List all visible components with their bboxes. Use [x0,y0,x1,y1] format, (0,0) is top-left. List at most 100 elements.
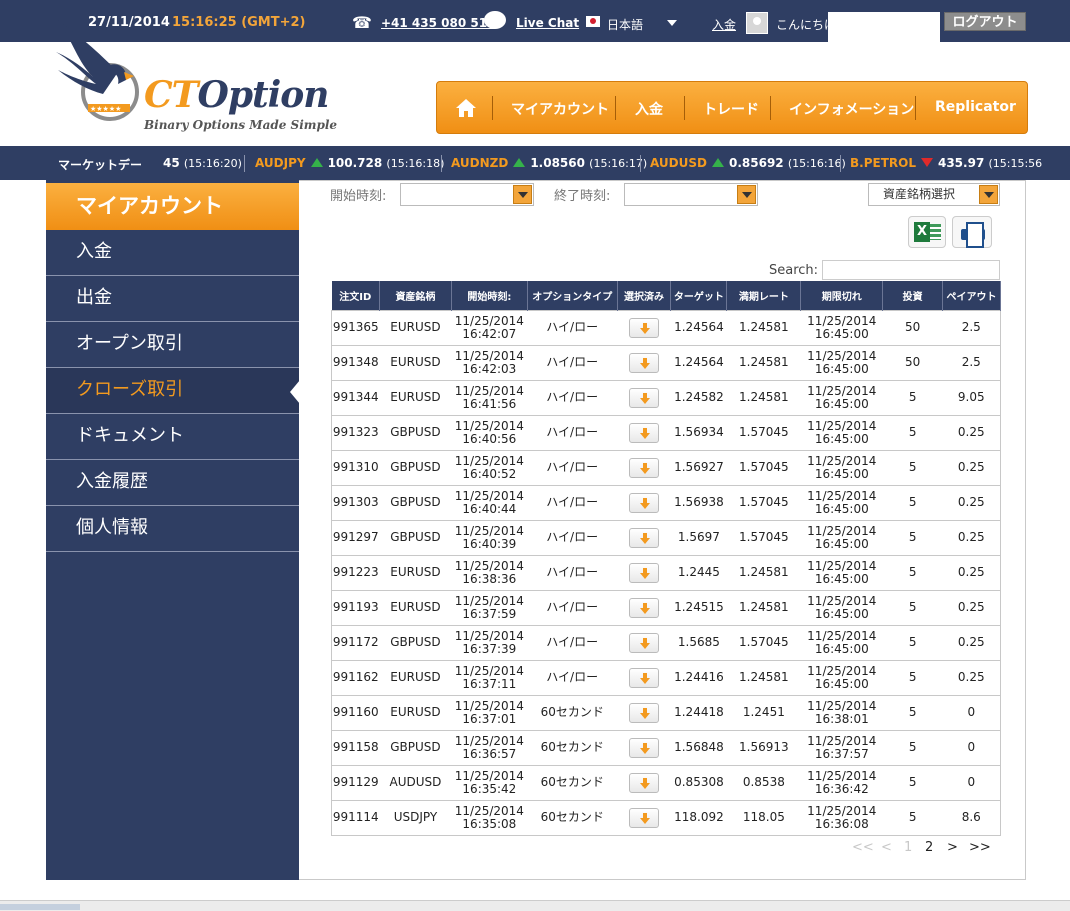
sidebar-item-personal-info[interactable]: 個人情報 [46,506,299,552]
table-row: 991348 EURUSD 11/25/2014 16:42:03 ハイ/ロー 1.245… [331,344,1001,380]
nav-separator [492,96,493,120]
pagination-last[interactable]: >> [969,840,991,855]
table-row: 991193 EURUSD 11/25/2014 16:37:59 ハイ/ロー 1.245… [331,589,1001,625]
nav-information[interactable]: インフォメーション [789,99,914,119]
chevron-down-icon[interactable] [667,20,677,26]
pagination-prev[interactable]: < [881,840,892,855]
arrow-down-icon[interactable] [628,807,659,828]
col-header-investment[interactable]: 投資 [882,281,944,310]
arrow-down-icon[interactable] [628,562,659,583]
arrow-down-icon[interactable] [628,387,659,408]
pagination-page-1[interactable]: 1 [904,840,912,855]
arrow-down-icon[interactable] [628,352,659,373]
cell-expiry-rate: 1.57045 [726,519,801,555]
home-icon[interactable] [455,98,477,118]
col-header-payout[interactable]: ペイアウト [942,281,1001,310]
language-selector[interactable]: 日本語 [607,16,643,33]
chevron-down-icon[interactable] [979,185,998,204]
pagination-page-2[interactable]: 2 [925,840,933,855]
col-header-start-time[interactable]: 開始時刻: [451,281,528,310]
col-header-expiry[interactable]: 期限切れ [800,281,884,310]
sidebar-item-withdrawal[interactable]: 出金 [46,276,299,322]
chat-icon[interactable] [484,11,506,29]
cell-payout: 9.05 [942,379,1001,415]
excel-export-icon[interactable] [908,216,946,248]
cell-order-id: 991348 [331,344,380,380]
deposit-link[interactable]: 入金 [712,16,736,33]
arrow-down-icon[interactable] [628,667,659,688]
asset-select[interactable]: 資産銘柄選択 [868,183,1000,206]
arrow-up-icon [310,158,323,167]
printer-icon[interactable] [952,216,992,248]
cell-order-id: 991162 [331,659,380,695]
col-header-target[interactable]: ターゲット [670,281,728,310]
col-header-order-id[interactable]: 注文ID [331,281,380,310]
chevron-down-icon[interactable] [513,185,532,204]
table-row: 991158 GBPUSD 11/25/2014 16:36:57 60セカンド 1.56… [331,729,1001,765]
search-input[interactable] [822,260,1000,280]
end-time-select[interactable] [624,183,758,206]
ticker-separator [244,155,245,172]
arrow-down-icon[interactable] [628,632,659,653]
col-header-asset[interactable]: 資産銘柄 [379,281,452,310]
col-header-expiry-rate[interactable]: 満期レート [726,281,802,310]
col-header-selected[interactable]: 選択済み [617,281,672,310]
pagination-next[interactable]: > [947,840,958,855]
cell-asset: GBPUSD [379,729,452,765]
arrow-down-icon[interactable] [628,597,659,618]
nav-trade[interactable]: トレード [703,99,759,119]
brand-logo-text[interactable]: CTOption [144,74,329,116]
cell-expiry: 11/25/2014 16:45:00 [800,414,883,450]
arrow-down-icon[interactable] [628,457,659,478]
cell-expiry: 11/25/2014 16:45:00 [800,379,883,415]
svg-text:★★★★★: ★★★★★ [90,105,121,113]
sidebar-item-documents[interactable]: ドキュメント [46,414,299,460]
sidebar-item-closed-trades[interactable]: クローズ取引 [46,368,299,414]
arrow-down-icon[interactable] [628,702,659,723]
phone-link[interactable]: +41 435 080 510 [381,16,495,30]
account-sidebar: マイアカウント 入金 出金 オープン取引 クローズ取引 ドキュメント 入金履歴 … [46,180,299,880]
nav-deposit[interactable]: 入金 [635,99,663,119]
cell-selected [617,799,671,836]
avatar[interactable] [746,12,768,34]
top-bar: 27/11/2014 15:16:25 (GMT+2) ☎ +41 435 08… [0,0,1070,42]
cell-expiry-rate: 1.57045 [726,449,801,485]
cell-payout: 0.25 [942,414,1001,450]
arrow-up-icon [513,158,526,167]
arrow-down-icon[interactable] [628,422,659,443]
arrow-down-icon[interactable] [628,317,659,338]
sidebar-item-deposit[interactable]: 入金 [46,230,299,276]
arrow-down-icon[interactable] [628,492,659,513]
pagination-first[interactable]: << [852,840,874,855]
arrow-down-icon[interactable] [628,527,659,548]
active-item-pointer [290,380,300,404]
sidebar-item-deposit-history[interactable]: 入金履歴 [46,460,299,506]
cell-expiry-rate: 1.57045 [726,624,801,660]
nav-replicator[interactable]: Replicator [935,99,1016,115]
arrow-down-icon[interactable] [628,737,659,758]
nav-separator [615,96,616,120]
cell-order-id: 991223 [331,554,380,590]
cell-expiry: 11/25/2014 16:45:00 [800,589,883,625]
cell-start-time: 11/25/2014 16:37:11 [451,659,528,695]
arrow-down-icon[interactable] [628,772,659,793]
cell-selected [617,309,671,345]
sidebar-item-open-trades[interactable]: オープン取引 [46,322,299,368]
logout-button[interactable]: ログアウト [944,12,1026,31]
cell-payout: 0.25 [942,519,1001,555]
chevron-down-icon[interactable] [737,185,756,204]
cell-payout: 8.6 [942,799,1001,836]
nav-separator [684,96,685,120]
cell-target: 1.24564 [670,309,727,345]
cell-asset: GBPUSD [379,519,452,555]
live-chat-link[interactable]: Live Chat [516,16,579,30]
col-header-option-type[interactable]: オプションタイプ [527,281,618,310]
start-time-select[interactable] [400,183,534,206]
nav-separator [915,96,916,120]
eagle-logo-icon[interactable]: ★★★★★ [48,12,143,122]
arrow-down-icon [920,158,933,167]
cell-asset: EURUSD [379,659,452,695]
cell-start-time: 11/25/2014 16:40:44 [451,484,528,520]
nav-my-account[interactable]: マイアカウント [511,99,609,119]
cell-expiry-rate: 1.24581 [726,659,801,695]
